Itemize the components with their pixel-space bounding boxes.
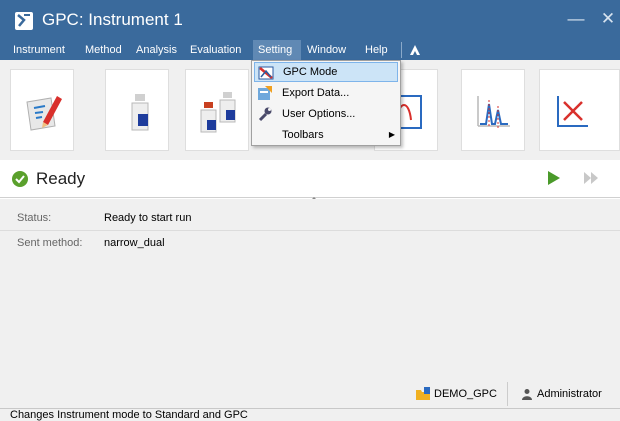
project-folder-icon bbox=[416, 387, 430, 400]
menu-method[interactable]: Method bbox=[85, 40, 122, 60]
menu-setting[interactable]: Setting bbox=[253, 40, 301, 60]
app-logo-icon bbox=[15, 12, 33, 30]
menu-item-user-options[interactable]: User Options... bbox=[254, 104, 398, 124]
report-icon bbox=[557, 96, 588, 127]
status-value: Ready to start run bbox=[104, 212, 192, 224]
menu-item-label: User Options... bbox=[282, 108, 356, 120]
brand-logo-icon[interactable] bbox=[401, 42, 425, 58]
title-bar: GPC: Instrument 1 — ✕ bbox=[0, 0, 620, 40]
chromatogram-icon bbox=[477, 96, 510, 128]
menu-analysis[interactable]: Analysis bbox=[136, 40, 177, 60]
menu-instrument[interactable]: Instrument bbox=[13, 40, 65, 60]
close-button[interactable]: ✕ bbox=[597, 8, 619, 30]
user-name[interactable]: Administrator bbox=[537, 388, 602, 400]
check-circle-icon bbox=[12, 171, 28, 187]
wrench-icon bbox=[258, 107, 272, 122]
edit-method-button[interactable] bbox=[10, 69, 74, 151]
sent-method-label: Sent method: bbox=[17, 237, 83, 249]
sample-sequence-icon bbox=[200, 92, 236, 133]
report-button[interactable] bbox=[539, 69, 620, 151]
single-sample-icon bbox=[131, 94, 149, 131]
minimize-button[interactable]: — bbox=[565, 8, 587, 30]
menu-item-label: Export Data... bbox=[282, 87, 350, 99]
project-name[interactable]: DEMO_GPC bbox=[434, 388, 497, 400]
hint-bar: Changes Instrument mode to Standard and … bbox=[0, 408, 620, 421]
divider bbox=[0, 230, 620, 231]
menu-item-gpc-mode[interactable]: GPC Mode bbox=[254, 62, 398, 82]
run-status-bar: Ready bbox=[0, 160, 620, 198]
user-icon bbox=[522, 389, 532, 400]
sent-method-value: narrow_dual bbox=[104, 237, 165, 249]
fast-forward-button[interactable] bbox=[583, 171, 599, 185]
menu-evaluation[interactable]: Evaluation bbox=[190, 40, 241, 60]
menu-item-label: GPC Mode bbox=[283, 66, 338, 78]
gpc-mode-icon bbox=[258, 66, 274, 80]
status-label: Status: bbox=[17, 212, 52, 224]
window-title: GPC: Instrument 1 bbox=[42, 10, 183, 29]
menu-help[interactable]: Help bbox=[365, 40, 388, 60]
start-run-button[interactable] bbox=[548, 171, 560, 185]
export-data-icon bbox=[258, 86, 272, 100]
menu-item-toolbars[interactable]: Toolbars ▶ bbox=[254, 125, 398, 145]
edit-method-icon bbox=[26, 96, 62, 131]
chromatogram-button[interactable] bbox=[461, 69, 525, 151]
status-state: Ready bbox=[36, 169, 86, 188]
menu-item-export-data[interactable]: Export Data... bbox=[254, 83, 398, 103]
menu-bar: Instrument Method Analysis Evaluation Se… bbox=[0, 40, 620, 60]
hint-text: Changes Instrument mode to Standard and … bbox=[10, 409, 248, 421]
single-sample-button[interactable] bbox=[105, 69, 169, 151]
menu-window[interactable]: Window bbox=[307, 40, 346, 60]
submenu-arrow-icon: ▶ bbox=[388, 130, 395, 139]
menu-item-label: Toolbars bbox=[282, 129, 324, 141]
sample-sequence-button[interactable] bbox=[185, 69, 249, 151]
setting-menu-dropdown: GPC Mode Export Data... User Options... … bbox=[251, 60, 401, 146]
divider bbox=[507, 382, 508, 406]
